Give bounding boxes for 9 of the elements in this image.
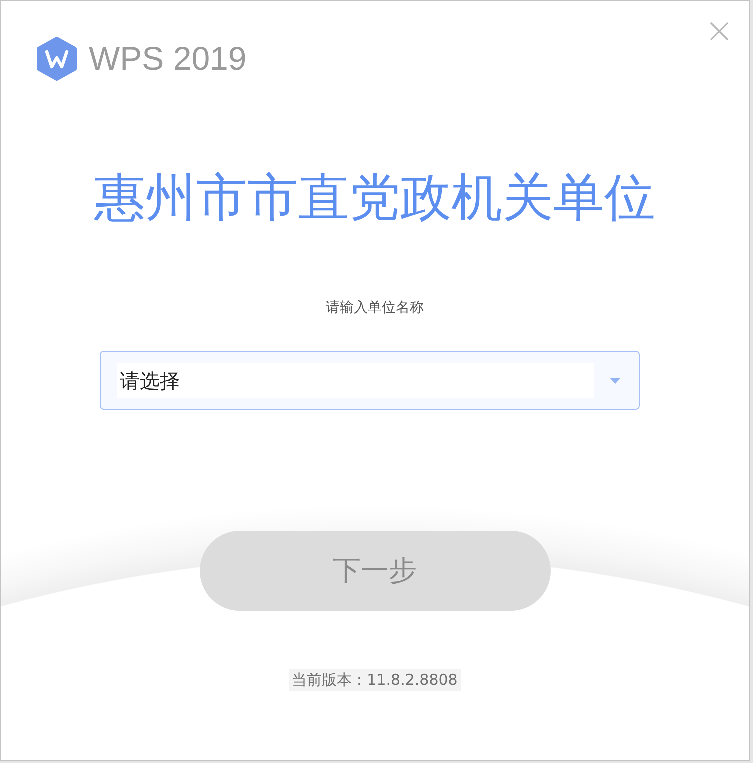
input-field[interactable]: 请选择 bbox=[117, 363, 594, 398]
app-name: WPS 2019 bbox=[89, 39, 247, 79]
close-button[interactable] bbox=[710, 22, 729, 41]
select-field[interactable]: 请选择 bbox=[100, 351, 640, 410]
organization-title: 惠州市市直党政机关单位 bbox=[94, 169, 656, 229]
version-text: 当前版本：11.8.2.8808 bbox=[289, 669, 461, 691]
caret-icon bbox=[610, 378, 621, 384]
logo-icon bbox=[37, 37, 77, 81]
field-label: 请输入单位名称 bbox=[326, 299, 424, 318]
